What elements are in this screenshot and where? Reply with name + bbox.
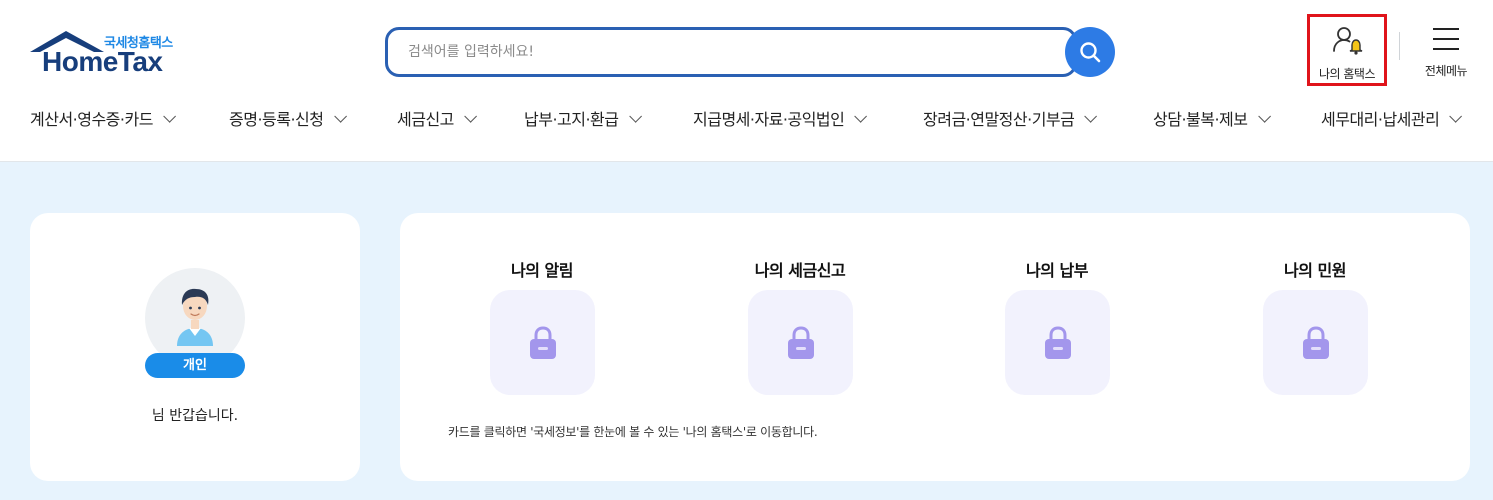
lock-icon <box>529 325 556 359</box>
nav-item-consultation-appeal[interactable]: 상담·불복·제보 <box>1153 106 1271 130</box>
user-type-badge: 개인 <box>145 353 245 378</box>
my-hometax-card: 나의 알림 나의 세금신고 나의 납부 나의 민원 카드를 클릭하면 '국세정보… <box>400 213 1470 481</box>
nav-item-label: 세무대리·납세관리 <box>1321 110 1440 129</box>
nav-item-label: 증명·등록·신청 <box>229 110 324 129</box>
chevron-down-icon <box>628 109 642 123</box>
greeting-text: 님 반갑습니다. <box>151 408 239 424</box>
header-divider <box>1399 32 1400 60</box>
nav-item-certificate-registration[interactable]: 증명·등록·신청 <box>229 106 347 130</box>
chevron-down-icon <box>854 109 868 123</box>
nav-item-label: 상담·불복·제보 <box>1153 110 1248 129</box>
my-hometax-label: 나의 홈택스 <box>1318 67 1376 81</box>
all-menu-button[interactable]: 전체메뉴 <box>1418 26 1474 82</box>
tile-box[interactable] <box>1263 290 1368 395</box>
tile-my-payment[interactable]: 나의 납부 <box>977 257 1137 395</box>
tile-my-civil-petitions[interactable]: 나의 민원 <box>1235 257 1395 395</box>
chevron-down-icon <box>333 109 347 123</box>
nav-item-tax-agent[interactable]: 세무대리·납세관리 <box>1321 106 1463 130</box>
nav-item-label: 세금신고 <box>397 110 454 129</box>
chevron-down-icon <box>163 109 176 123</box>
all-menu-label: 전체메뉴 <box>1424 64 1468 78</box>
nav-item-label: 계산서·영수증·카드 <box>30 110 153 129</box>
profile-card: 개인 님 반갑습니다. <box>30 213 360 481</box>
nav-item-tax-filing[interactable]: 세금신고 <box>397 106 477 130</box>
tile-my-tax-filing[interactable]: 나의 세금신고 <box>720 257 880 395</box>
my-hometax-button[interactable]: 나의 홈택스 <box>1307 14 1387 86</box>
chevron-down-icon <box>464 109 477 123</box>
hometax-logo[interactable]: 국세청홈택스 HomeTax <box>28 28 188 82</box>
search-button[interactable] <box>1065 27 1115 77</box>
chevron-down-icon <box>1257 109 1271 123</box>
lock-icon <box>787 325 814 359</box>
hamburger-icon <box>1433 28 1459 58</box>
tiles-note: 카드를 클릭하면 '국세정보'를 한눈에 볼 수 있는 '나의 홈택스'로 이동… <box>448 425 818 439</box>
tile-title: 나의 알림 <box>511 261 573 280</box>
tile-box[interactable] <box>1005 290 1110 395</box>
tile-my-notifications[interactable]: 나의 알림 <box>462 257 622 395</box>
nav-item-label: 장려금·연말정산·기부금 <box>923 110 1075 129</box>
nav-item-label: 지급명세·자료·공익법인 <box>693 110 845 129</box>
tile-box[interactable] <box>490 290 595 395</box>
nav-item-incentive-settlement[interactable]: 장려금·연말정산·기부금 <box>923 106 1098 130</box>
nav-item-label: 납부·고지·환급 <box>524 110 619 129</box>
main-nav: 계산서·영수증·카드 증명·등록·신청 세금신고 납부·고지·환급 지급명세·자… <box>0 106 1493 136</box>
nav-item-invoice-receipt-card[interactable]: 계산서·영수증·카드 <box>30 106 176 130</box>
lock-icon <box>1302 325 1329 359</box>
tile-title: 나의 민원 <box>1284 261 1346 280</box>
tile-title: 나의 세금신고 <box>754 261 846 280</box>
search-input[interactable] <box>408 44 1028 60</box>
search-icon <box>1080 42 1101 63</box>
chevron-down-icon <box>1084 109 1098 123</box>
lock-icon <box>1044 325 1071 359</box>
header: 국세청홈택스 HomeTax 나의 홈택스 전체메뉴 계산서·영수증·카드 증명… <box>0 0 1493 162</box>
tile-title: 나의 납부 <box>1026 261 1088 280</box>
logo-name: HomeTax <box>42 46 163 77</box>
user-bell-icon <box>1333 27 1363 55</box>
tile-box[interactable] <box>748 290 853 395</box>
search-bar <box>385 27 1077 77</box>
nav-item-payment-refund[interactable]: 납부·고지·환급 <box>524 106 642 130</box>
nav-item-payment-statement[interactable]: 지급명세·자료·공익법인 <box>693 106 868 130</box>
chevron-down-icon <box>1449 109 1463 123</box>
